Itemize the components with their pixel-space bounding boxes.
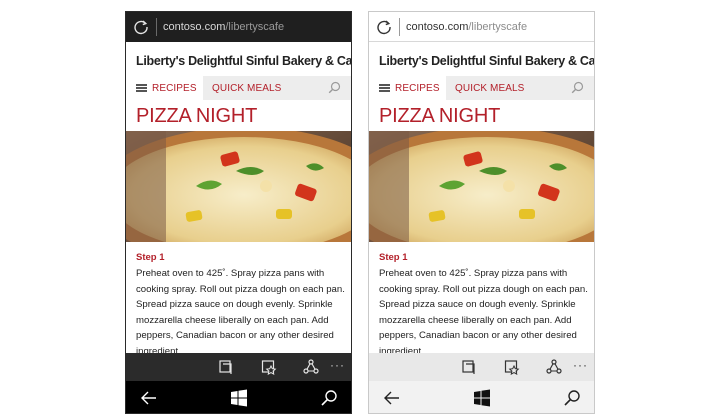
back-arrow-icon[interactable]: [140, 389, 158, 407]
nav-tab-quick-meals[interactable]: QUICK MEALS: [455, 76, 524, 100]
favorites-icon[interactable]: [261, 359, 277, 376]
pizza-photo: [126, 131, 351, 242]
more-options-button[interactable]: ···: [330, 359, 345, 371]
refresh-icon[interactable]: [126, 12, 156, 42]
step-instructions: Preheat oven to 425˚. Spray pizza pans w…: [136, 268, 345, 357]
step-label: Step 1: [379, 252, 408, 263]
share-icon[interactable]: [546, 359, 562, 375]
url-text[interactable]: contoso.com/libertyscafe: [163, 21, 351, 33]
more-options-button[interactable]: ···: [573, 359, 588, 371]
hamburger-menu-icon: [136, 84, 147, 92]
url-domain: contoso.com: [163, 21, 226, 33]
windows-start-icon[interactable]: [473, 389, 491, 407]
address-bar[interactable]: contoso.com/libertyscafe: [369, 12, 594, 42]
site-title: Liberty's Delightful Sinful Bakery & Caf…: [379, 54, 595, 68]
url-path: /libertyscafe: [225, 21, 285, 33]
url-domain: contoso.com: [406, 20, 469, 33]
search-icon[interactable]: [320, 389, 338, 407]
page-heading: PIZZA NIGHT: [379, 105, 501, 127]
back-arrow-icon[interactable]: [383, 389, 401, 407]
step-instructions: Preheat oven to 425˚. Spray pizza pans w…: [379, 268, 588, 357]
nav-tab-recipes[interactable]: RECIPES: [369, 76, 446, 100]
phone-dark-theme: contoso.com/libertyscafe Liberty's Delig…: [125, 11, 352, 414]
url-path: /libertyscafe: [468, 20, 528, 33]
app-bar: ···: [369, 353, 594, 381]
site-nav: RECIPES QUICK MEALS: [126, 76, 351, 100]
step-label: Step 1: [136, 252, 165, 263]
search-icon[interactable]: [571, 81, 584, 99]
phone-light-theme: contoso.com/libertyscafe Liberty's Delig…: [368, 11, 595, 414]
site-title: Liberty's Delightful Sinful Bakery & Caf…: [136, 54, 352, 68]
address-separator: [156, 18, 157, 36]
favorites-icon[interactable]: [504, 359, 520, 376]
search-icon[interactable]: [563, 389, 581, 407]
system-nav-bar: [126, 381, 351, 413]
tabs-icon[interactable]: [461, 359, 477, 375]
share-icon[interactable]: [303, 359, 319, 375]
nav-tab-quick-meals[interactable]: QUICK MEALS: [212, 76, 281, 100]
windows-start-icon[interactable]: [230, 389, 248, 407]
system-nav-bar: [369, 381, 594, 413]
app-bar: ···: [126, 353, 351, 381]
nav-tab-recipes[interactable]: RECIPES: [126, 76, 203, 100]
tabs-icon[interactable]: [218, 359, 234, 375]
address-bar[interactable]: contoso.com/libertyscafe: [126, 12, 351, 42]
refresh-icon[interactable]: [369, 12, 399, 42]
page-heading: PIZZA NIGHT: [136, 105, 258, 127]
hamburger-menu-icon: [379, 84, 390, 92]
pizza-photo: [369, 131, 594, 242]
address-separator: [399, 17, 400, 36]
search-icon[interactable]: [328, 81, 341, 99]
url-text[interactable]: contoso.com/libertyscafe: [406, 21, 594, 33]
nav-tab-recipes-label: RECIPES: [395, 82, 440, 94]
site-nav: RECIPES QUICK MEALS: [369, 76, 594, 100]
nav-tab-recipes-label: RECIPES: [152, 82, 197, 94]
